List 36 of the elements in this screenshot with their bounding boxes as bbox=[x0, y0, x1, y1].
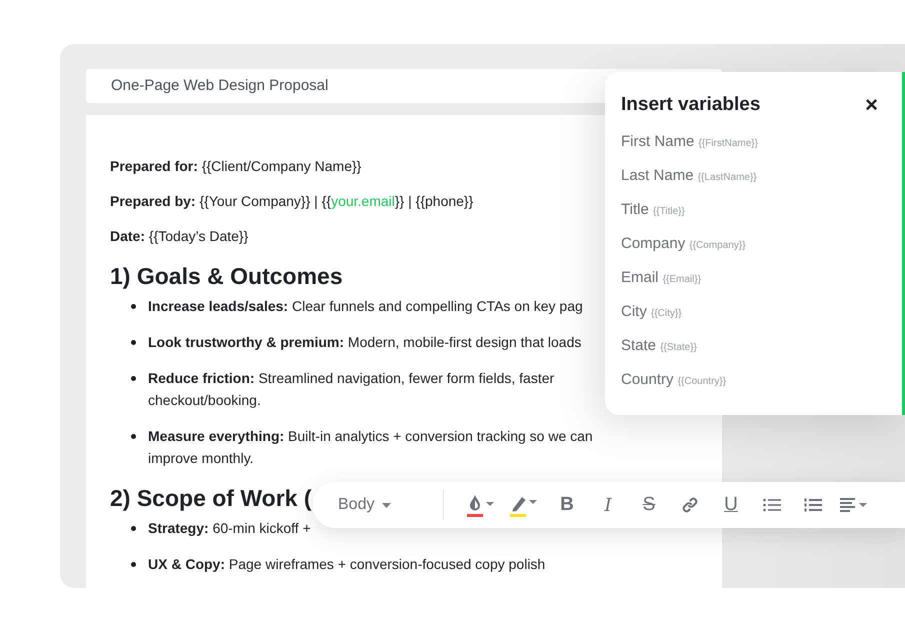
variable-item[interactable]: City {{City}} bbox=[621, 302, 682, 323]
underline-button[interactable]: U bbox=[717, 491, 745, 519]
variable-item[interactable]: Last Name {{LastName}} bbox=[621, 166, 757, 187]
section-heading: 1) Goals & Outcomes bbox=[110, 262, 343, 291]
variable-item[interactable]: Email {{Email}} bbox=[621, 268, 702, 289]
bullet-text: Increase leads/sales: Clear funnels and compelling CTAs on key pag bbox=[148, 297, 583, 316]
style-dropdown[interactable]: Body bbox=[338, 496, 410, 514]
bullet-icon bbox=[131, 434, 136, 439]
bullet-icon bbox=[131, 376, 136, 381]
numbered-list-icon bbox=[804, 498, 822, 512]
bullet-text: Strategy: 60-min kickoff + bbox=[148, 519, 311, 538]
bullet-text: Reduce friction: Streamlined navigation, fewer form fields, faster checkout/booking. bbox=[148, 369, 556, 410]
strikethrough-button[interactable]: S bbox=[635, 491, 663, 519]
bullet-text: Measure everything: Built-in analytics + conversion tracking so we can improve monthly. bbox=[148, 427, 594, 468]
bullet-list-icon bbox=[763, 498, 781, 512]
bullet-text: Look trustworthy & premium: Modern, mobile-first design that loads bbox=[148, 333, 582, 352]
variable-item[interactable]: Company {{Company}} bbox=[621, 234, 746, 255]
bullet-icon bbox=[131, 304, 136, 309]
meta-line: Date: {{Today’s Date}} bbox=[110, 227, 248, 246]
italic-button[interactable]: I bbox=[594, 491, 622, 519]
variable-item[interactable]: First Name {{FirstName}} bbox=[621, 132, 758, 153]
bullet-text: UX & Copy: Page wireframes + conversion-focused copy polish bbox=[148, 555, 546, 574]
bullet-icon bbox=[131, 526, 136, 531]
caret-icon bbox=[382, 502, 392, 508]
variable-item[interactable]: Country {{Country}} bbox=[621, 370, 726, 391]
meta-line: Prepared by: {{Your Company}} | {{your.email}} | {{phone}} bbox=[110, 192, 474, 211]
bullet-icon bbox=[131, 340, 136, 345]
align-icon bbox=[840, 498, 868, 512]
meta-line: Prepared for: {{Client/Company Name}} bbox=[110, 157, 362, 176]
section-heading: 2) Scope of Work ( bbox=[110, 484, 312, 513]
bold-button[interactable]: B bbox=[553, 491, 581, 519]
bullet-icon bbox=[131, 562, 136, 567]
link-icon bbox=[681, 496, 699, 514]
variable-item[interactable]: State {{State}} bbox=[621, 336, 697, 357]
close-button[interactable]: × bbox=[865, 94, 878, 116]
variable-item[interactable]: Title {{Title}} bbox=[621, 200, 685, 221]
